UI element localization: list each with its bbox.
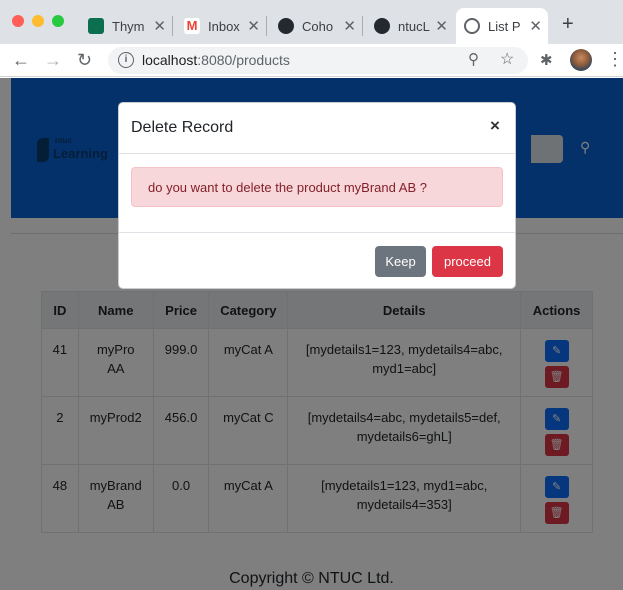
tab-separator	[172, 16, 173, 36]
url-path: :8080/products	[197, 52, 290, 68]
close-tab-icon[interactable]: ✕	[153, 17, 166, 35]
modal-header: Delete Record ×	[119, 103, 515, 154]
url-text: localhost:8080/products	[142, 52, 290, 68]
forward-arrow-icon[interactable]: →	[44, 50, 62, 71]
keep-button[interactable]: Keep	[375, 246, 426, 277]
profile-avatar[interactable]	[570, 49, 592, 71]
tab-thymeleaf[interactable]: Thym ✕	[80, 8, 172, 44]
alert-message: do you want to delete the product myBran…	[148, 180, 427, 195]
bookmark-star-icon[interactable]: ☆	[500, 49, 514, 69]
tab-title: ntucL	[398, 18, 430, 34]
back-arrow-icon[interactable]: ←	[12, 50, 30, 71]
tab-separator	[362, 16, 363, 36]
close-tab-icon[interactable]: ✕	[247, 17, 260, 35]
close-window-button[interactable]	[12, 15, 24, 27]
maximize-window-button[interactable]	[52, 15, 64, 27]
tab-title: Thym	[112, 18, 145, 34]
close-tab-icon[interactable]: ✕	[529, 17, 542, 35]
proceed-button[interactable]: proceed	[432, 246, 503, 277]
site-info-icon[interactable]: i	[118, 52, 134, 68]
browser-toolbar: ← → ↻ i localhost:8080/products ⚲ ☆ ✱ ⋮	[0, 44, 623, 77]
thymeleaf-favicon-icon	[88, 18, 104, 34]
extensions-puzzle-icon[interactable]: ✱	[540, 51, 553, 69]
globe-icon	[464, 18, 480, 34]
github-icon	[374, 18, 390, 34]
tab-github-coho[interactable]: Coho ✕	[270, 8, 362, 44]
url-host: localhost	[142, 52, 198, 68]
tab-title: List P	[488, 18, 521, 34]
close-tab-icon[interactable]: ✕	[343, 17, 356, 35]
close-tab-icon[interactable]: ✕	[435, 17, 448, 35]
tab-github-ntucl[interactable]: ntucL ✕	[366, 8, 454, 44]
address-bar[interactable]: i localhost:8080/products ⚲ ☆	[108, 47, 528, 74]
page-content: ntuc Learning ⚲ ID Name Price Category D…	[0, 78, 623, 590]
new-tab-plus-icon[interactable]: +	[562, 13, 574, 36]
tab-separator	[266, 16, 267, 36]
browser-tab-bar: Thym ✕ M Inbox ✕ Coho ✕ ntucL ✕ List P ✕…	[0, 0, 623, 44]
github-icon	[278, 18, 294, 34]
tab-list-products[interactable]: List P ✕	[456, 8, 548, 44]
modal-body: do you want to delete the product myBran…	[119, 154, 515, 233]
tab-title: Inbox	[208, 18, 240, 34]
close-icon[interactable]: ×	[490, 116, 500, 136]
modal-title: Delete Record	[131, 119, 234, 136]
minimize-window-button[interactable]	[32, 15, 44, 27]
delete-record-modal: Delete Record × do you want to delete th…	[118, 102, 516, 289]
zoom-magnifier-icon[interactable]: ⚲	[468, 50, 479, 68]
browser-menu-icon[interactable]: ⋮	[606, 49, 623, 70]
danger-alert: do you want to delete the product myBran…	[131, 167, 503, 207]
reload-icon[interactable]: ↻	[77, 50, 92, 71]
gmail-icon: M	[184, 18, 200, 34]
tab-title: Coho	[302, 18, 334, 34]
tab-inbox[interactable]: M Inbox ✕	[176, 8, 266, 44]
